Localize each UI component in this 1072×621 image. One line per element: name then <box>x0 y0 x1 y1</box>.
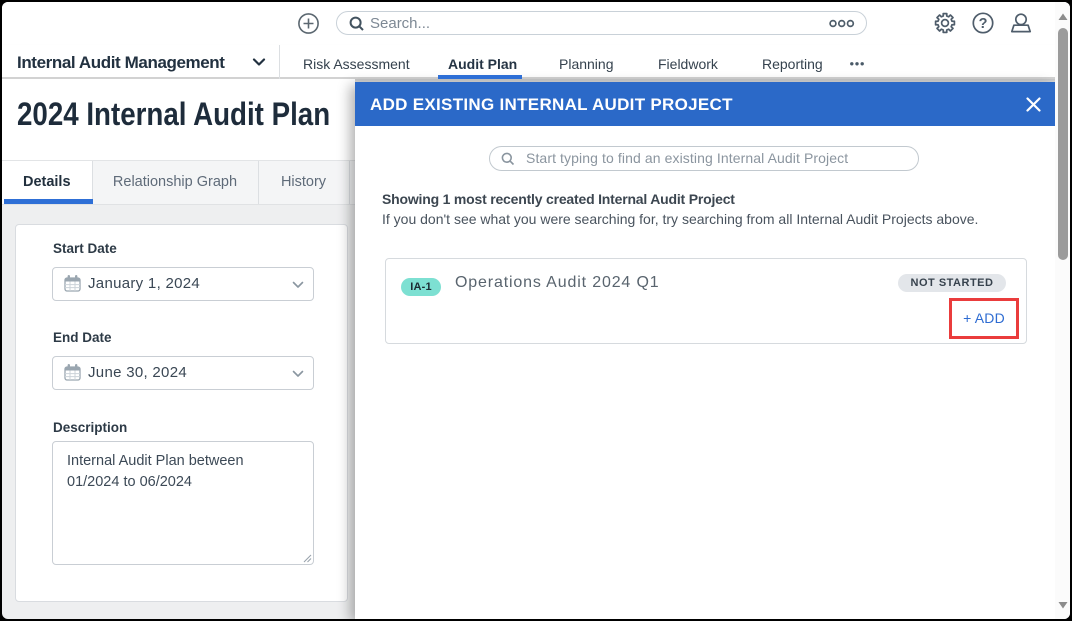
svg-text:?: ? <box>979 16 988 32</box>
